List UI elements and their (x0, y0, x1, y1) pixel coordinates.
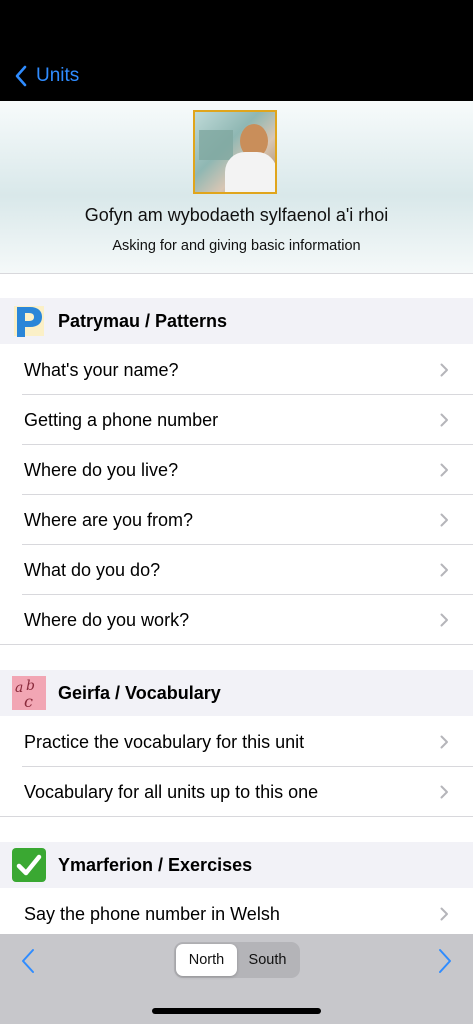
navigation-bar: Units (0, 50, 473, 101)
list-item-what-do-you-do[interactable]: What do you do? (0, 545, 473, 595)
divider (0, 273, 473, 274)
status-bar (0, 0, 473, 50)
list-item-where-do-you-work[interactable]: Where do you work? (0, 595, 473, 645)
back-button-label: Units (36, 64, 80, 86)
list-item-label: Practice the vocabulary for this unit (24, 731, 305, 752)
list-item-label: What's your name? (24, 359, 179, 380)
chevron-right-icon (440, 413, 448, 427)
svg-text:a: a (15, 680, 23, 696)
chevron-right-icon (440, 735, 448, 749)
list-item-vocabulary-all-units[interactable]: Vocabulary for all units up to this one (0, 767, 473, 817)
previous-arrow-icon[interactable] (20, 948, 36, 974)
chevron-right-icon (440, 513, 448, 527)
unit-subtitle: Asking for and giving basic information (112, 238, 361, 254)
list-item-getting-phone-number[interactable]: Getting a phone number (0, 395, 473, 445)
list-item-practice-vocabulary[interactable]: Practice the vocabulary for this unit (0, 717, 473, 767)
segment-south[interactable]: South (237, 944, 298, 976)
list-item-say-phone-number[interactable]: Say the phone number in Welsh (0, 889, 473, 939)
vocabulary-abc-icon: a b c (12, 676, 46, 710)
unit-photo (193, 110, 277, 194)
chevron-right-icon (440, 785, 448, 799)
list-item-whats-your-name[interactable]: What's your name? (0, 345, 473, 395)
chevron-right-icon (440, 363, 448, 377)
patterns-p-icon (12, 304, 46, 338)
list-item-label: Vocabulary for all units up to this one (24, 781, 319, 802)
section-title: Ymarferion / Exercises (58, 854, 253, 875)
home-indicator[interactable] (152, 1008, 321, 1014)
list-item-label: Where do you live? (24, 459, 179, 480)
list-item-where-do-you-live[interactable]: Where do you live? (0, 445, 473, 495)
segment-north[interactable]: North (176, 944, 237, 976)
svg-text:c: c (24, 692, 33, 710)
unit-title: Gofyn am wybodaeth sylfaenol a'i rhoi (84, 205, 389, 225)
list-item-label: What do you do? (24, 559, 161, 580)
chevron-right-icon (440, 563, 448, 577)
list-item-label: Getting a phone number (24, 409, 219, 430)
unit-header: Gofyn am wybodaeth sylfaenol a'i rhoi As… (0, 101, 473, 273)
back-button[interactable]: Units (14, 65, 79, 87)
section-title: Geirfa / Vocabulary (58, 682, 221, 703)
region-segmented-control: North South (174, 942, 300, 978)
list-item-label: Say the phone number in Welsh (24, 903, 280, 924)
list-item-label: Where are you from? (24, 509, 194, 530)
chevron-right-icon (440, 907, 448, 921)
chevron-left-icon (15, 65, 27, 86)
list-item-label: Where do you work? (24, 609, 190, 630)
section-header-vocabulary: a b c Geirfa / Vocabulary (0, 670, 473, 716)
section-title: Patrymau / Patterns (58, 310, 228, 331)
chevron-right-icon (440, 463, 448, 477)
section-header-exercises: Ymarferion / Exercises (0, 842, 473, 888)
chevron-right-icon (440, 613, 448, 627)
next-arrow-icon[interactable] (437, 948, 453, 974)
list-item-where-are-you-from[interactable]: Where are you from? (0, 495, 473, 545)
section-header-patterns: Patrymau / Patterns (0, 298, 473, 344)
checkmark-icon (12, 848, 46, 882)
